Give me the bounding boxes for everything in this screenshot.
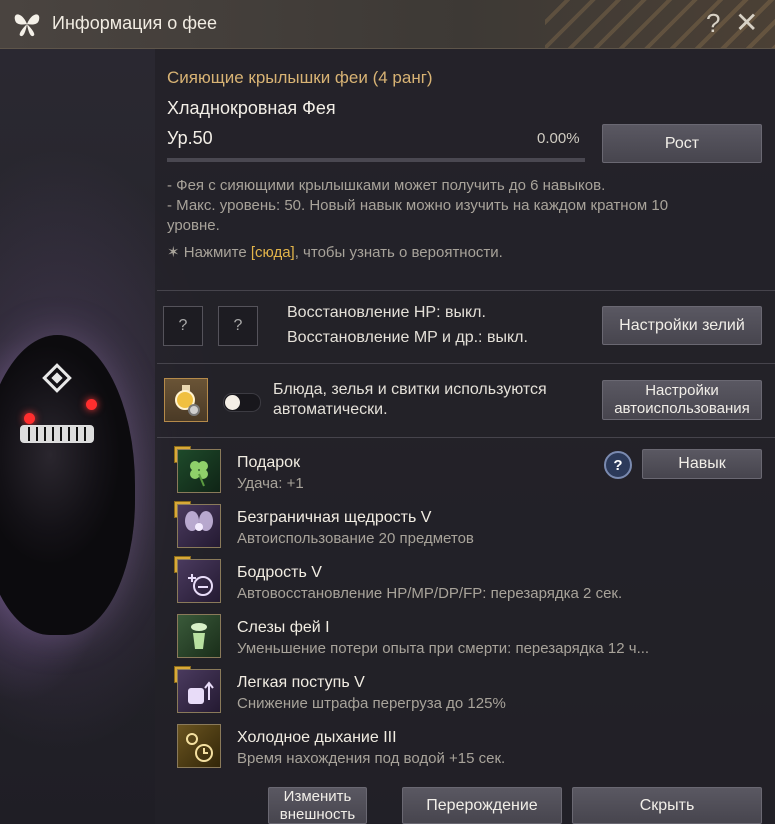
fairy-level: Ур.50 — [167, 128, 213, 148]
exp-percent: 0.00% — [537, 130, 580, 147]
butterfly-icon — [14, 14, 40, 37]
skill-description: Уменьшение потери опыта при смерти: пере… — [237, 640, 650, 657]
info-line-1: - Фея с сияющими крылышками может получи… — [167, 177, 606, 194]
skill-description: Автовосстановление HP/MP/DP/FP: перезаря… — [237, 585, 623, 602]
info-line-2: - Макс. уровень: 50. Новый навык можно и… — [167, 197, 669, 214]
title-bar: Информация о фее ? ✕ — [0, 0, 775, 49]
auto-use-toggle[interactable] — [223, 393, 261, 412]
auto-use-settings-button[interactable]: Настройки автоиспользования — [602, 380, 762, 420]
probability-hint: ✶ Нажмите [сюда], чтобы узнать о вероятн… — [167, 243, 503, 261]
divider — [157, 363, 775, 364]
exp-progress-bar — [167, 158, 585, 162]
auto-use-description: Блюда, зелья и свитки используются автом… — [273, 381, 547, 418]
help-button[interactable]: ? — [706, 8, 720, 39]
divider — [157, 290, 775, 291]
hide-button[interactable]: Скрыть — [572, 787, 762, 824]
rebirth-button[interactable]: Перерождение — [402, 787, 562, 824]
skill-name: Подарок — [237, 454, 301, 471]
skill-button[interactable]: Навык — [642, 449, 762, 479]
mp-recovery-status: Восстановление MP и др.: выкл. — [287, 329, 528, 346]
skill-name: Безграничная щедрость V — [237, 509, 432, 526]
skill-name: Бодрость V — [237, 564, 322, 581]
change-appearance-label-1: Изменить — [283, 787, 352, 805]
auto-use-icon — [164, 378, 208, 422]
skill-help-icon[interactable]: ? — [604, 451, 632, 479]
change-appearance-label-2: внешность — [279, 805, 356, 823]
hint-prefix: ✶ Нажмите — [167, 244, 251, 261]
toggle-knob — [225, 395, 240, 410]
skill-name: Легкая поступь V — [237, 674, 365, 691]
info-line-3: уровне. — [167, 217, 220, 234]
skill-name: Холодное дыхание III — [237, 729, 397, 746]
skill-description: Автоиспользование 20 предметов — [237, 530, 474, 547]
potion-settings-button[interactable]: Настройки зелий — [602, 306, 762, 345]
clover-icon — [177, 449, 221, 493]
creature-mouth — [20, 425, 94, 443]
potion-slot-1[interactable]: ? — [163, 306, 203, 346]
change-appearance-button[interactable]: Изменить внешность — [268, 787, 367, 824]
hp-recovery-status: Восстановление HP: выкл. — [287, 304, 486, 321]
tear-bottle-icon — [177, 614, 221, 658]
skill-description: Снижение штрафа перегруза до 125% — [237, 695, 506, 712]
fairy-rank-title: Сияющие крылышки феи (4 ранг) — [167, 68, 433, 87]
window-title: Информация о фее — [52, 13, 218, 33]
fairy-icon — [177, 504, 221, 548]
creature-left-eye — [24, 413, 35, 424]
grow-button[interactable]: Рост — [602, 124, 762, 163]
potion-slot-2[interactable]: ? — [218, 306, 258, 346]
close-button[interactable]: ✕ — [735, 8, 758, 38]
skill-description: Время нахождения под водой +15 сек. — [237, 750, 506, 767]
probability-link[interactable]: [сюда] — [251, 244, 295, 261]
potion-gear-icon — [175, 385, 200, 416]
creature-right-eye — [86, 399, 97, 410]
creature-emblem-icon — [42, 363, 72, 393]
skill-description: Удача: +1 — [237, 475, 304, 492]
hint-suffix: , чтобы узнать о вероятности. — [294, 244, 503, 261]
potion-plus-icon — [177, 559, 221, 603]
fairy-name: Хладнокровная Фея — [167, 98, 336, 118]
bubble-icon — [177, 724, 221, 768]
divider — [157, 437, 775, 438]
skill-name: Слезы фей I — [237, 619, 330, 636]
weight-icon — [177, 669, 221, 713]
